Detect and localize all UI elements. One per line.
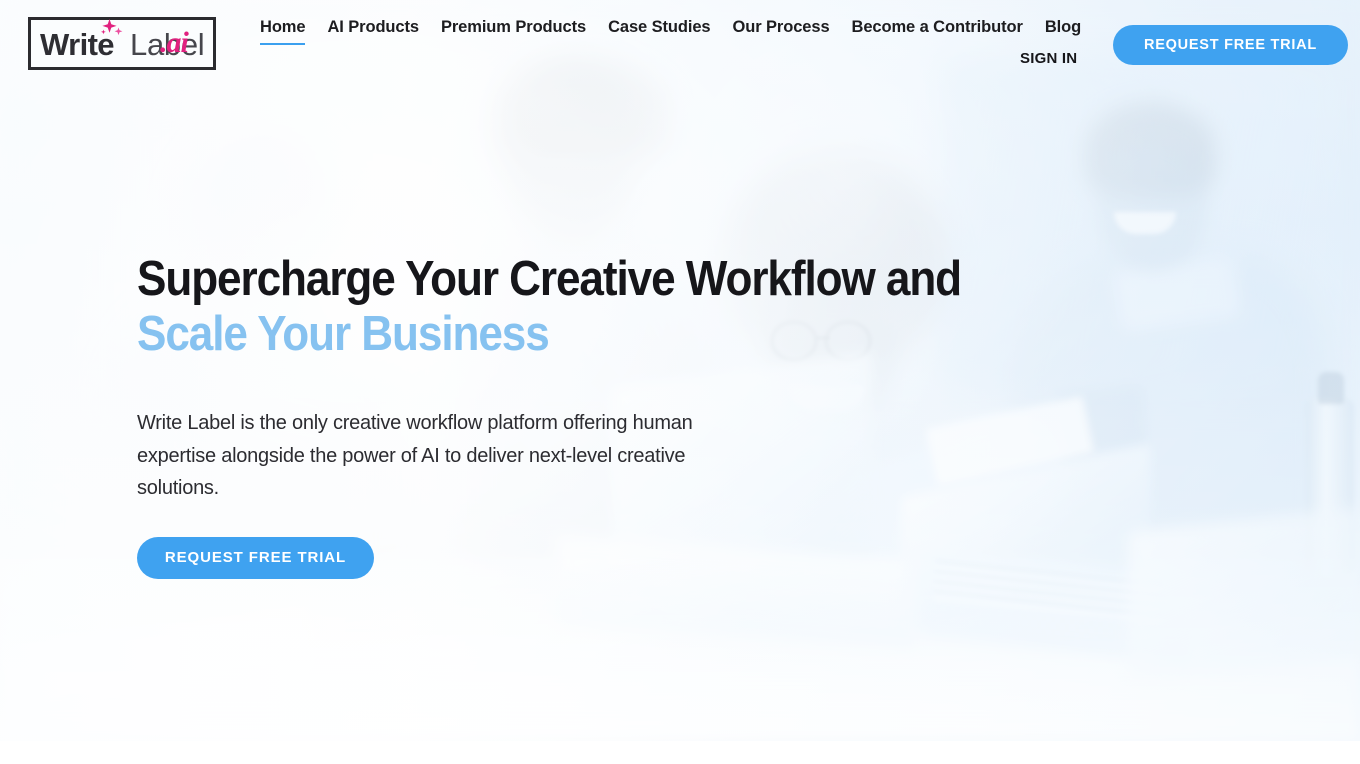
hero-subtitle: Write Label is the only creative workflo… bbox=[137, 412, 693, 499]
nav-item-our-process[interactable]: Our Process bbox=[733, 18, 830, 43]
header-request-free-trial-button[interactable]: REQUEST FREE TRIAL bbox=[1113, 25, 1348, 65]
page-root: Write Label .ai Home AI Products Premium… bbox=[0, 0, 1360, 764]
hero-title-line-2: Scale Your Business bbox=[137, 307, 550, 361]
site-header: Write Label .ai Home AI Products Premium… bbox=[0, 0, 1360, 90]
hero-title-line-1: Supercharge Your Creative Workflow and bbox=[137, 252, 962, 306]
nav-item-blog[interactable]: Blog bbox=[1045, 18, 1081, 43]
nav-item-home[interactable]: Home bbox=[260, 18, 306, 45]
logo-ai-text: .ai bbox=[160, 26, 189, 59]
hero-request-free-trial-button[interactable]: REQUEST FREE TRIAL bbox=[137, 536, 374, 579]
hero-content: Supercharge Your Creative Workflow and S… bbox=[137, 252, 962, 579]
sparkle-icon bbox=[101, 19, 123, 36]
sign-in-link[interactable]: SIGN IN bbox=[1020, 50, 1077, 67]
bottom-white-band bbox=[0, 741, 1360, 764]
nav-item-become-a-contributor[interactable]: Become a Contributor bbox=[852, 18, 1023, 43]
main-navigation: Home AI Products Premium Products Case S… bbox=[260, 18, 1100, 45]
nav-item-premium-products[interactable]: Premium Products bbox=[441, 18, 586, 43]
nav-item-ai-products[interactable]: AI Products bbox=[327, 18, 419, 43]
nav-item-case-studies[interactable]: Case Studies bbox=[608, 18, 711, 43]
